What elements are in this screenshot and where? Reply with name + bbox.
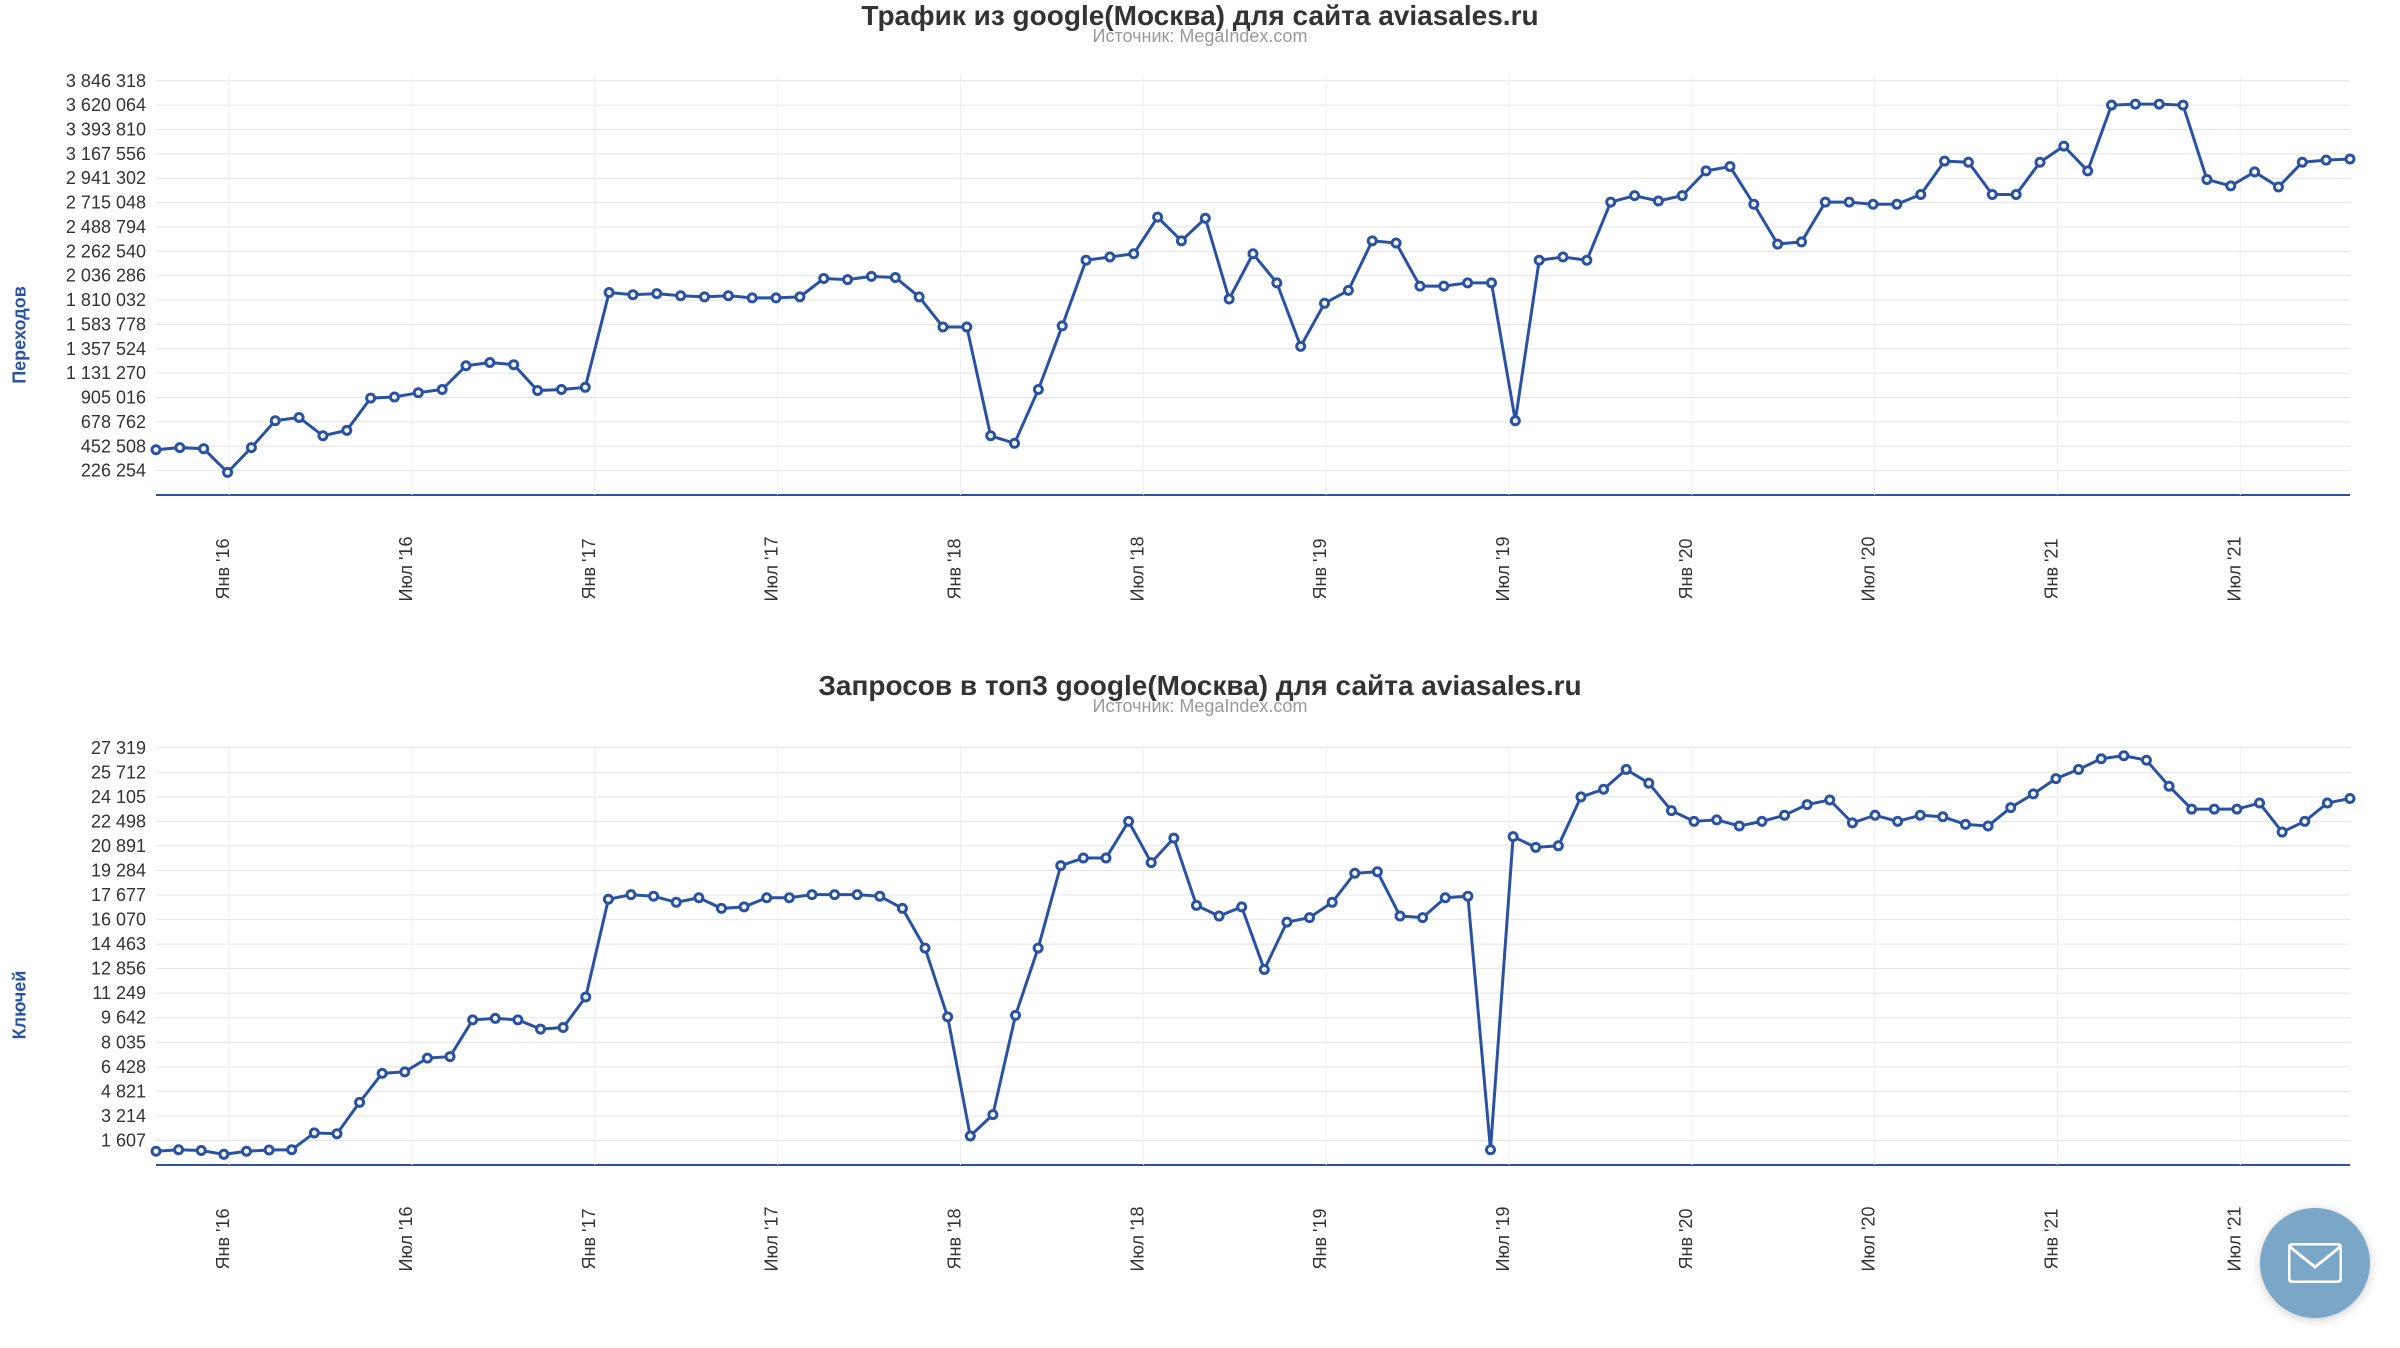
svg-text:1 810 032: 1 810 032 bbox=[66, 290, 146, 310]
svg-text:3 620 064: 3 620 064 bbox=[66, 95, 146, 115]
svg-text:24 105: 24 105 bbox=[91, 787, 146, 807]
chart-svg[interactable]: 1 607 3 214 4 821 6 428 8 035 9 642 11 249 12 8… bbox=[26, 725, 2380, 1285]
svg-text:6 428: 6 428 bbox=[101, 1057, 146, 1077]
svg-text:Июл '17: Июл '17 bbox=[762, 1206, 782, 1271]
svg-text:Янв '20: Янв '20 bbox=[1676, 1209, 1696, 1270]
svg-text:Янв '16: Янв '16 bbox=[213, 539, 233, 600]
mail-icon bbox=[2288, 1243, 2342, 1283]
svg-text:3 846 318: 3 846 318 bbox=[66, 71, 146, 91]
chart-traffic: Трафик из google(Москва) для сайта avias… bbox=[0, 0, 2400, 640]
svg-text:2 036 286: 2 036 286 bbox=[66, 266, 146, 286]
svg-text:Июл '16: Июл '16 bbox=[396, 1206, 416, 1271]
svg-text:11 249: 11 249 bbox=[92, 983, 146, 1003]
svg-text:Янв '18: Янв '18 bbox=[944, 1209, 964, 1270]
svg-text:8 035: 8 035 bbox=[101, 1032, 146, 1052]
svg-text:3 214: 3 214 bbox=[101, 1106, 146, 1126]
svg-text:Янв '21: Янв '21 bbox=[2041, 1209, 2061, 1270]
svg-text:19 284: 19 284 bbox=[91, 860, 146, 880]
svg-text:17 677: 17 677 bbox=[91, 885, 146, 905]
svg-text:2 715 048: 2 715 048 bbox=[66, 193, 146, 213]
svg-text:25 712: 25 712 bbox=[91, 762, 146, 782]
y-axis-label: Ключей bbox=[10, 971, 31, 1040]
svg-text:1 357 524: 1 357 524 bbox=[66, 339, 146, 359]
svg-text:Июл '16: Июл '16 bbox=[396, 536, 416, 601]
svg-text:Июл '19: Июл '19 bbox=[1493, 536, 1513, 601]
svg-text:Янв '17: Янв '17 bbox=[579, 539, 599, 600]
svg-text:Июл '18: Июл '18 bbox=[1127, 536, 1147, 601]
svg-text:Янв '20: Янв '20 bbox=[1676, 539, 1696, 600]
svg-text:678 762: 678 762 bbox=[81, 412, 146, 432]
svg-text:20 891: 20 891 bbox=[91, 836, 146, 856]
svg-text:Июл '17: Июл '17 bbox=[762, 536, 782, 601]
svg-text:Июл '20: Июл '20 bbox=[1859, 536, 1879, 601]
svg-text:1 583 778: 1 583 778 bbox=[66, 314, 146, 334]
svg-text:1 131 270: 1 131 270 bbox=[66, 363, 146, 383]
svg-text:1 607: 1 607 bbox=[101, 1130, 146, 1150]
svg-text:Июл '21: Июл '21 bbox=[2224, 536, 2244, 601]
svg-text:Янв '18: Янв '18 bbox=[944, 539, 964, 600]
svg-text:2 941 302: 2 941 302 bbox=[66, 168, 146, 188]
svg-text:12 856: 12 856 bbox=[91, 959, 146, 979]
svg-text:2 488 794: 2 488 794 bbox=[66, 217, 146, 237]
svg-text:Июл '18: Июл '18 bbox=[1127, 1206, 1147, 1271]
svg-text:16 070: 16 070 bbox=[91, 910, 146, 930]
svg-text:4 821: 4 821 bbox=[101, 1081, 146, 1101]
contact-mail-button[interactable] bbox=[2260, 1208, 2370, 1318]
chart-svg[interactable]: 226 254 452 508 678 762 905 016 1 131 270 1 3… bbox=[26, 55, 2380, 615]
svg-text:Янв '19: Янв '19 bbox=[1310, 1209, 1330, 1270]
y-axis-label: Переходов bbox=[10, 286, 31, 384]
svg-text:Июл '19: Июл '19 bbox=[1493, 1206, 1513, 1271]
svg-text:Янв '16: Янв '16 bbox=[213, 1209, 233, 1270]
chart-top3: Запросов в топ3 google(Москва) для сайта… bbox=[0, 670, 2400, 1310]
chart-source: Источник: MegaIndex.com bbox=[0, 26, 2400, 47]
chart-source: Источник: MegaIndex.com bbox=[0, 696, 2400, 717]
svg-text:Янв '17: Янв '17 bbox=[579, 1209, 599, 1270]
svg-text:452 508: 452 508 bbox=[81, 436, 146, 456]
svg-text:226 254: 226 254 bbox=[81, 461, 146, 481]
svg-text:3 167 556: 3 167 556 bbox=[66, 144, 146, 164]
svg-text:22 498: 22 498 bbox=[91, 811, 146, 831]
svg-text:2 262 540: 2 262 540 bbox=[66, 241, 146, 261]
svg-text:Июл '20: Июл '20 bbox=[1859, 1206, 1879, 1271]
svg-text:14 463: 14 463 bbox=[91, 934, 146, 954]
svg-text:3 393 810: 3 393 810 bbox=[66, 120, 146, 140]
svg-text:Июл '21: Июл '21 bbox=[2224, 1206, 2244, 1271]
svg-text:905 016: 905 016 bbox=[81, 388, 146, 408]
svg-text:27 319: 27 319 bbox=[91, 738, 146, 758]
svg-text:Янв '19: Янв '19 bbox=[1310, 539, 1330, 600]
svg-text:9 642: 9 642 bbox=[101, 1008, 146, 1028]
svg-text:Янв '21: Янв '21 bbox=[2041, 539, 2061, 600]
